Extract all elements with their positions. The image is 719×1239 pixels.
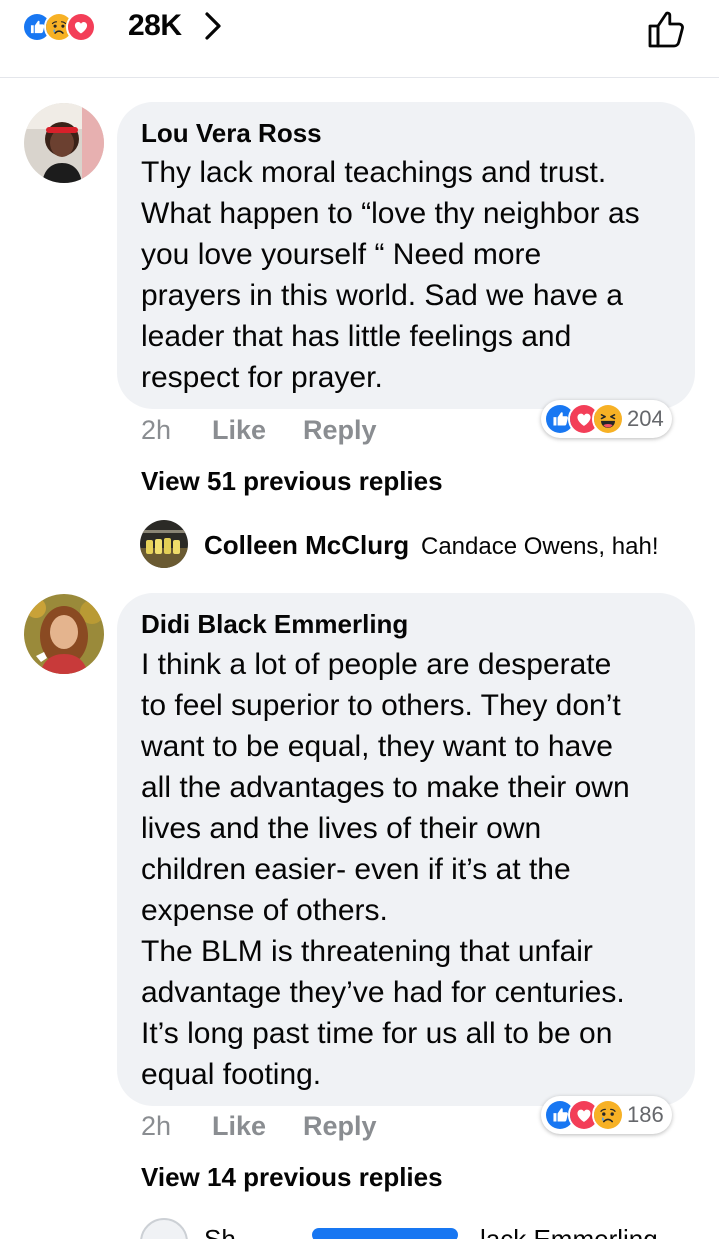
reaction-summary[interactable] xyxy=(22,10,96,44)
reaction-summary-bar: 28K xyxy=(0,0,719,78)
comment-timestamp: 2h xyxy=(141,415,172,445)
reply-button[interactable]: Reply xyxy=(303,1111,377,1142)
comment-reaction-pill[interactable]: 204 xyxy=(541,400,672,438)
haha-icon xyxy=(592,403,624,435)
like-thumb-outline-icon[interactable] xyxy=(644,6,690,52)
comment-reaction-pill[interactable]: 186 xyxy=(541,1096,672,1134)
reaction-count: 204 xyxy=(627,406,664,431)
comment-text: I think a lot of people are desperate to… xyxy=(141,648,630,1091)
love-icon xyxy=(66,12,96,42)
comment-timestamp: 2h xyxy=(141,1111,172,1141)
reaction-total-count[interactable]: 28K xyxy=(128,9,182,43)
avatar[interactable] xyxy=(24,103,104,183)
view-previous-replies-link[interactable]: View 51 previous replies xyxy=(141,466,443,497)
scroll-indicator xyxy=(312,1228,458,1239)
comment-author[interactable]: Lou Vera Ross xyxy=(141,118,322,149)
comment-author[interactable]: Didi Black Emmerling xyxy=(141,609,408,640)
reply-button[interactable]: Reply xyxy=(303,415,377,446)
reply-text: lack Emmerling xyxy=(480,1224,658,1239)
avatar[interactable] xyxy=(140,1218,188,1239)
like-button[interactable]: Like xyxy=(212,415,266,446)
reply-text: Candace Owens, hah! xyxy=(421,533,659,560)
latest-reply-partial[interactable]: Sh lack Emmerling xyxy=(140,1216,719,1239)
reply-author[interactable]: Sh xyxy=(204,1224,236,1239)
view-previous-replies-link[interactable]: View 14 previous replies xyxy=(141,1162,443,1193)
avatar[interactable] xyxy=(24,594,104,674)
comment-text: Thy lack moral teachings and trust. What… xyxy=(141,156,640,394)
avatar[interactable] xyxy=(140,520,188,568)
chevron-right-icon[interactable] xyxy=(200,8,226,44)
sad-icon xyxy=(592,1099,624,1131)
like-button[interactable]: Like xyxy=(212,1111,266,1142)
reply-author[interactable]: Colleen McClurg xyxy=(204,530,409,561)
reaction-count: 186 xyxy=(627,1102,664,1127)
